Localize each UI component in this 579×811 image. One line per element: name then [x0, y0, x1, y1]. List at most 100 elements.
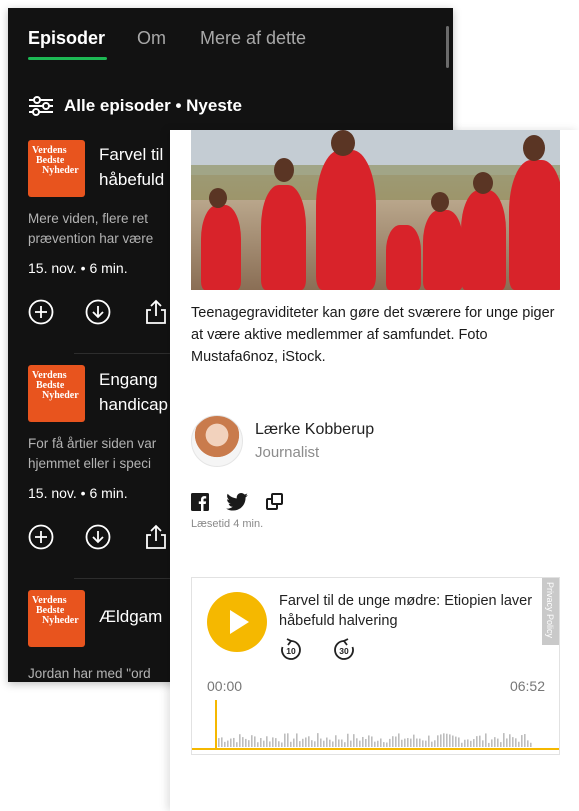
waveform-scrubber[interactable]: [192, 700, 559, 752]
skip-back-label: 10: [286, 646, 296, 656]
waveform-bar: [452, 735, 454, 747]
share-icon[interactable]: [143, 524, 169, 550]
waveform-bar: [260, 738, 262, 747]
episode-meta: 15. nov. • 6 min.: [28, 485, 128, 501]
waveform-bar: [353, 734, 355, 747]
waveform-bar: [497, 738, 499, 747]
waveform-bar: [284, 733, 286, 747]
waveform-bar: [248, 740, 250, 747]
waveform-bar: [335, 735, 337, 747]
waveform-bar: [347, 733, 349, 747]
waveform-bar: [473, 739, 475, 747]
waveform-bar: [395, 736, 397, 747]
waveform-bar: [251, 735, 253, 747]
article-panel: Teenagegraviditeter kan gøre det sværere…: [170, 130, 579, 811]
filter-label: Alle episoder • Nyeste: [64, 96, 242, 115]
waveform-bar: [281, 742, 283, 747]
waveform-bar: [311, 740, 313, 747]
share-icon[interactable]: [143, 299, 169, 325]
waveform-bar: [290, 741, 292, 747]
waveform-bar: [500, 742, 502, 747]
twitter-icon[interactable]: [226, 493, 248, 511]
waveform-bar: [482, 740, 484, 747]
skip-forward-label: 30: [339, 646, 349, 656]
copy-link-icon[interactable]: [266, 493, 284, 511]
waveform-bar: [317, 733, 319, 747]
waveform-bar: [245, 738, 247, 747]
waveform-bar: [428, 735, 430, 747]
waveform-bar: [485, 733, 487, 747]
waveform-bar: [455, 736, 457, 747]
episode-cover[interactable]: Verdens Bedste Nyheder: [28, 365, 85, 422]
waveform-bar: [293, 738, 295, 747]
waveform-bar: [398, 733, 400, 747]
episode-cover[interactable]: Verdens Bedste Nyheder: [28, 140, 85, 197]
waveform-bar: [380, 738, 382, 747]
waveform-bar: [470, 740, 472, 747]
episode-meta: 15. nov. • 6 min.: [28, 260, 128, 276]
current-time: 00:00: [207, 678, 243, 694]
episode-cover[interactable]: Verdens Bedste Nyheder: [28, 590, 85, 647]
waveform-bar: [407, 738, 409, 747]
waveform-bar: [491, 739, 493, 747]
active-tab-indicator: [28, 57, 107, 60]
waveform-bar: [299, 741, 301, 747]
author-avatar[interactable]: [191, 415, 243, 467]
facebook-icon[interactable]: [191, 493, 209, 511]
waveform-bar: [515, 738, 517, 747]
waveform-bar: [359, 740, 361, 747]
waveform-bar: [404, 738, 406, 747]
waveform-bar: [242, 737, 244, 747]
waveform-bar: [221, 737, 223, 747]
waveform-bar: [254, 736, 256, 747]
waveform-bar: [425, 740, 427, 747]
cover-text-line: Nyheder: [42, 615, 79, 626]
waveform-bar: [383, 742, 385, 747]
waveform-bar: [371, 736, 373, 747]
waveform-bar: [266, 736, 268, 747]
author-role: Journalist: [255, 444, 320, 461]
waveform-bar: [464, 739, 466, 747]
waveform-bar: [401, 739, 403, 747]
waveform-bar: [419, 738, 421, 747]
screenshot-stage: Episoder Om Mere af dette Alle episoder …: [0, 0, 579, 811]
waveform-bar: [389, 738, 391, 747]
waveform-bar: [431, 741, 433, 747]
waveform-bar: [440, 734, 442, 747]
tab-episodes[interactable]: Episoder: [28, 28, 105, 49]
waveform-bar: [377, 740, 379, 747]
waveform-bar: [236, 742, 238, 747]
scrollbar[interactable]: [446, 26, 449, 68]
play-button[interactable]: [207, 592, 267, 652]
waveform-bar: [479, 735, 481, 747]
progress-track: [192, 748, 559, 750]
add-circle-icon[interactable]: [28, 524, 54, 550]
waveform-bar: [494, 737, 496, 747]
waveform-bar: [524, 734, 526, 747]
waveform-bar: [527, 740, 529, 747]
tab-more-like-this[interactable]: Mere af dette: [200, 28, 306, 49]
waveform-bar: [446, 733, 448, 747]
waveform-bar: [350, 740, 352, 747]
waveform-bar: [296, 733, 298, 747]
add-circle-icon[interactable]: [28, 299, 54, 325]
episode-filter[interactable]: Alle episoder • Nyeste: [28, 94, 242, 118]
waveform-bar: [422, 740, 424, 747]
waveform-bar: [230, 738, 232, 747]
waveform-bar: [308, 736, 310, 747]
privacy-policy-link[interactable]: Privacy Policy: [542, 578, 559, 645]
tab-about[interactable]: Om: [137, 28, 166, 49]
waveform-bar: [287, 733, 289, 747]
waveform-bar: [506, 738, 508, 747]
download-icon[interactable]: [85, 299, 111, 325]
waveform-bars: [218, 733, 532, 747]
waveform-bar: [458, 737, 460, 747]
skip-back-icon[interactable]: 10: [279, 638, 303, 662]
photo-caption: Teenagegraviditeter kan gøre det sværere…: [191, 305, 555, 365]
download-icon[interactable]: [85, 524, 111, 550]
skip-forward-icon[interactable]: 30: [332, 638, 356, 662]
waveform-bar: [275, 738, 277, 747]
author-name[interactable]: Lærke Kobberup: [255, 421, 374, 439]
playhead[interactable]: [215, 700, 217, 750]
waveform-bar: [530, 742, 532, 747]
